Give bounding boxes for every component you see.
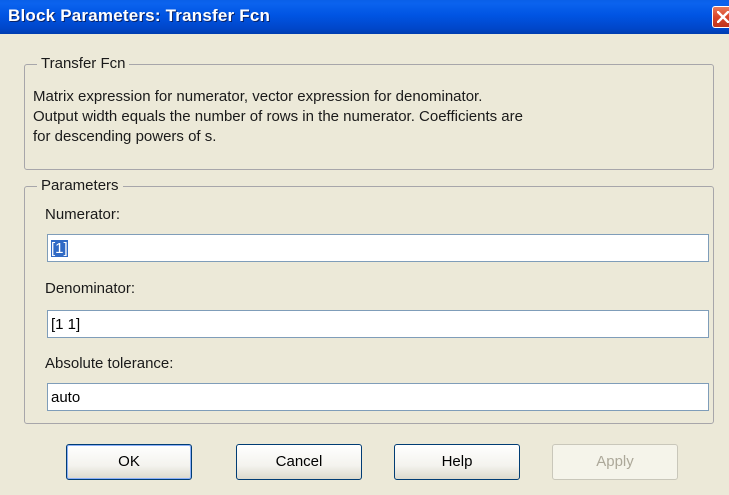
absolute-tolerance-label: Absolute tolerance: — [45, 355, 174, 372]
cancel-button[interactable]: Cancel — [236, 444, 362, 480]
transfer-fcn-legend: Transfer Fcn — [37, 55, 130, 72]
apply-button[interactable]: Apply — [552, 444, 678, 480]
denominator-field[interactable]: [1 1] — [47, 310, 709, 338]
denominator-value: [1 1] — [51, 316, 81, 333]
window-title: Block Parameters: Transfer Fcn — [8, 6, 271, 25]
dialog-window: Block Parameters: Transfer Fcn Transfer … — [0, 0, 729, 495]
description-line: Output width equals the number of rows i… — [33, 108, 523, 125]
close-icon — [717, 11, 729, 23]
help-button[interactable]: Help — [394, 444, 520, 480]
description-line: Matrix expression for numerator, vector … — [33, 88, 483, 105]
close-button[interactable] — [712, 6, 729, 28]
block-description: Matrix expression for numerator, vector … — [33, 87, 709, 147]
parameters-group: Parameters Numerator: [1] Denominator: [… — [24, 177, 714, 424]
numerator-label: Numerator: — [45, 206, 121, 223]
ok-button[interactable]: OK — [66, 444, 192, 480]
description-line: for descending powers of s. — [33, 128, 217, 145]
absolute-tolerance-value: auto — [51, 389, 81, 406]
numerator-field[interactable]: [1] — [47, 234, 709, 262]
numerator-value: [1] — [51, 240, 68, 257]
parameters-legend: Parameters — [37, 177, 123, 194]
denominator-label: Denominator: — [45, 280, 136, 297]
title-bar[interactable]: Block Parameters: Transfer Fcn — [0, 0, 729, 34]
absolute-tolerance-field[interactable]: auto — [47, 383, 709, 411]
transfer-fcn-group: Transfer Fcn Matrix expression for numer… — [24, 55, 714, 170]
